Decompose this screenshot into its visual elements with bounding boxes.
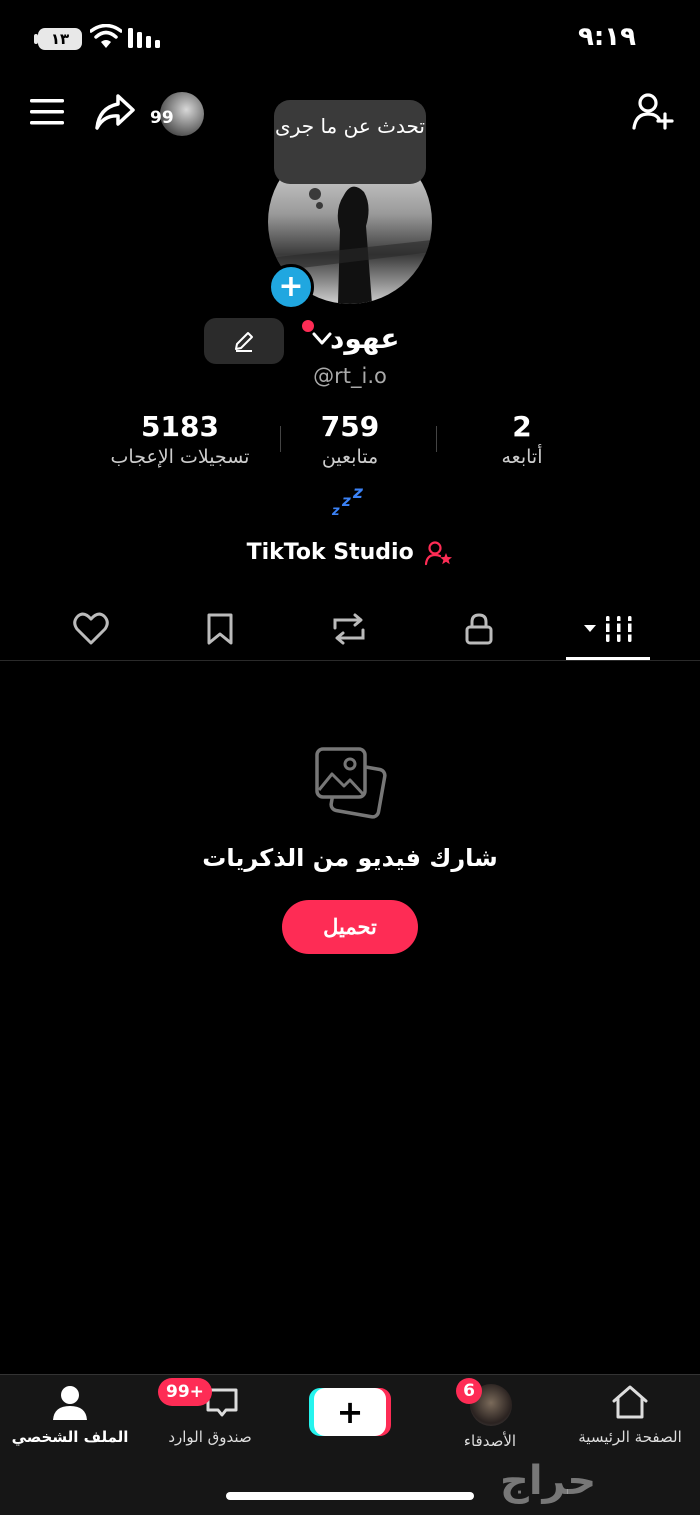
signal-icon bbox=[128, 28, 160, 48]
following-label: أتابعه bbox=[501, 446, 543, 468]
studio-label: TikTok Studio bbox=[246, 540, 414, 565]
battery-icon: ١٣ bbox=[38, 28, 82, 50]
note-bubble-tail bbox=[309, 188, 321, 200]
chevron-down-icon[interactable] bbox=[312, 332, 332, 346]
tab-videos[interactable] bbox=[578, 604, 638, 654]
followers-stat[interactable]: 759 متابعين bbox=[280, 410, 420, 470]
heart-icon bbox=[73, 612, 109, 645]
tiktok-studio-link[interactable]: TikTok Studio bbox=[0, 540, 700, 566]
svg-text:z: z bbox=[331, 504, 340, 518]
svg-text:z: z bbox=[352, 484, 363, 503]
create-button[interactable]: + bbox=[314, 1388, 386, 1436]
add-story-icon[interactable]: + bbox=[268, 264, 314, 310]
tabs-divider bbox=[0, 660, 700, 661]
sleeping-zzz-icon: z z z bbox=[331, 484, 363, 518]
likes-label: تسجيلات الإعجاب bbox=[110, 446, 250, 468]
status-time: ٩:١٩ bbox=[578, 22, 637, 52]
wifi-icon bbox=[90, 24, 122, 48]
note-bubble[interactable]: تحدث عن ما جرى bbox=[274, 100, 426, 184]
grid-videos-icon bbox=[584, 616, 634, 642]
tab-favorites[interactable] bbox=[190, 604, 250, 654]
following-stat[interactable]: 2 أتابعه bbox=[442, 410, 602, 470]
home-icon bbox=[612, 1385, 648, 1419]
menu-icon[interactable] bbox=[30, 98, 64, 126]
svg-text:z: z bbox=[341, 492, 351, 510]
tab-liked[interactable] bbox=[61, 604, 121, 654]
plus-icon: + bbox=[314, 1388, 386, 1436]
edit-profile-button[interactable] bbox=[204, 318, 284, 364]
display-name[interactable]: عهود bbox=[330, 322, 400, 355]
stat-divider bbox=[436, 426, 437, 452]
nav-inbox-label: صندوق الوارد bbox=[168, 1428, 252, 1446]
story-count: 99 bbox=[150, 108, 174, 128]
bookmark-icon bbox=[207, 613, 233, 645]
upload-button[interactable]: تحميل bbox=[282, 900, 418, 954]
lock-icon bbox=[465, 613, 493, 645]
friends-badge: 6 bbox=[456, 1378, 482, 1404]
empty-state-title: شارك فيديو من الذكريات bbox=[202, 844, 498, 872]
nav-home-label: الصفحة الرئيسية bbox=[578, 1428, 682, 1446]
photos-icon bbox=[315, 747, 387, 819]
tab-reposts[interactable] bbox=[319, 604, 379, 654]
nav-profile-label: الملف الشخصي bbox=[11, 1428, 129, 1446]
pencil-icon bbox=[235, 332, 253, 352]
inbox-badge: 99+ bbox=[158, 1378, 212, 1406]
active-tab-indicator bbox=[566, 657, 650, 660]
repost-icon bbox=[333, 613, 365, 645]
notification-dot bbox=[302, 320, 314, 332]
creator-star-icon bbox=[425, 541, 453, 566]
nav-home[interactable]: الصفحة الرئيسية bbox=[564, 1384, 696, 1446]
likes-stat[interactable]: 5183 تسجيلات الإعجاب bbox=[80, 410, 280, 470]
likes-count: 5183 bbox=[141, 410, 219, 443]
watermark-logo: حراج bbox=[500, 1458, 597, 1504]
following-count: 2 bbox=[512, 410, 532, 443]
followers-label: متابعين bbox=[321, 446, 379, 468]
nav-profile[interactable]: الملف الشخصي bbox=[10, 1384, 130, 1446]
tab-private[interactable] bbox=[449, 604, 509, 654]
username: @rt_i.o bbox=[313, 364, 387, 388]
add-user-icon[interactable] bbox=[632, 92, 674, 132]
share-icon[interactable] bbox=[94, 92, 136, 132]
profile-icon bbox=[53, 1386, 87, 1420]
followers-count: 759 bbox=[320, 410, 380, 443]
note-bubble-tail-small bbox=[316, 202, 323, 209]
home-indicator[interactable] bbox=[226, 1492, 474, 1500]
nav-friends-label: الأصدقاء bbox=[463, 1432, 517, 1450]
nav-friends[interactable]: الأصدقاء bbox=[430, 1428, 550, 1450]
